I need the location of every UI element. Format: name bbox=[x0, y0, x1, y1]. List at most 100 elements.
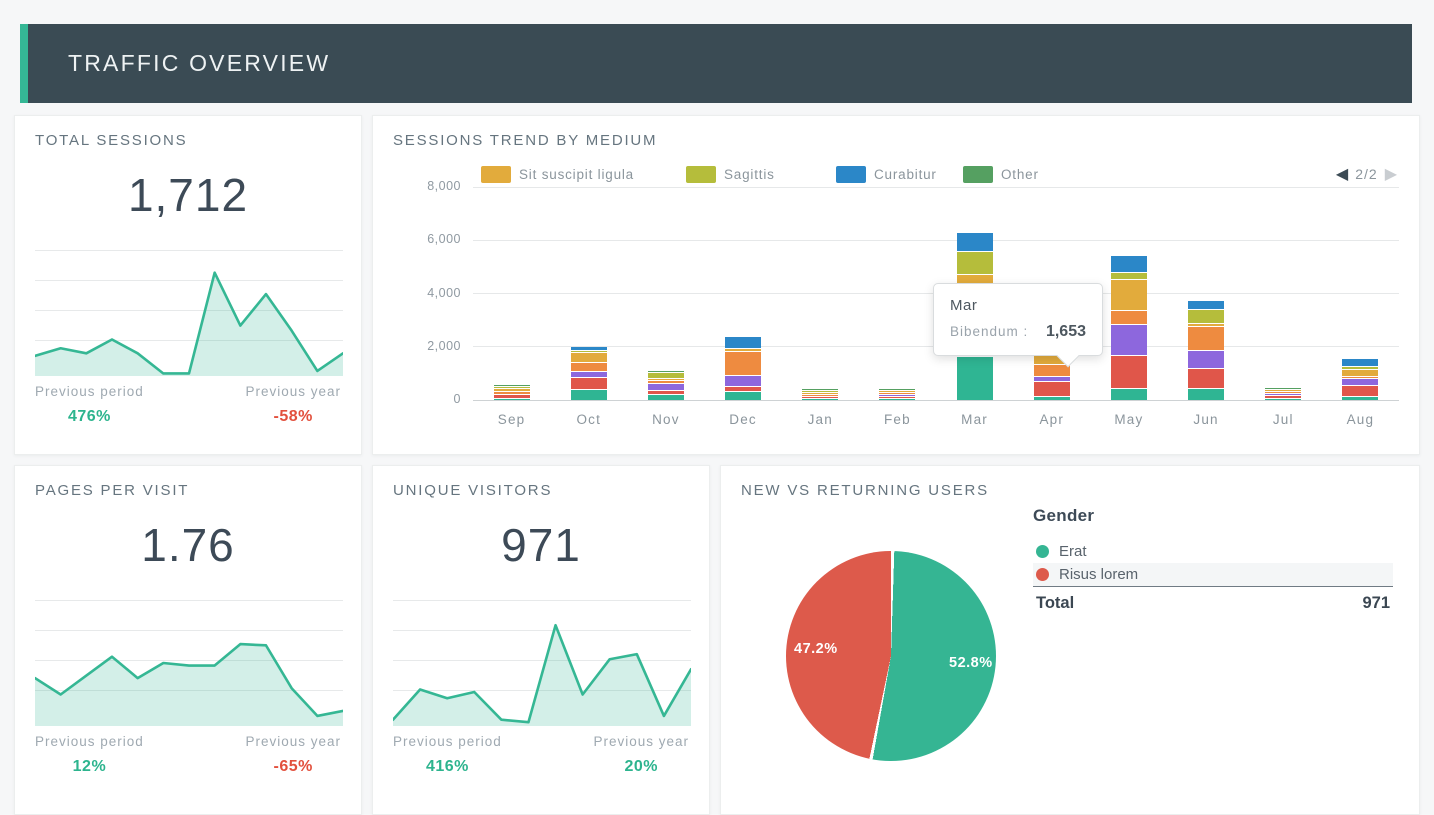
legend-label: Sagittis bbox=[724, 167, 775, 182]
widget-total-sessions: TOTAL SESSIONS 1,712 Previous period 476… bbox=[14, 115, 362, 455]
total-row: Total 971 bbox=[1033, 587, 1393, 613]
bar-segment bbox=[494, 389, 530, 391]
legend-swatch-icon bbox=[686, 166, 716, 183]
gender-pie-chart[interactable]: 52.8% 47.2% bbox=[786, 551, 996, 761]
bar-segment bbox=[494, 392, 530, 394]
previous-year-block: Previous year 20% bbox=[593, 734, 689, 776]
page-title: TRAFFIC OVERVIEW bbox=[68, 50, 330, 77]
bar-jun[interactable] bbox=[1188, 301, 1224, 400]
bar-segment bbox=[648, 391, 684, 394]
legend-item-curabitur[interactable]: Curabitur bbox=[836, 166, 937, 183]
x-axis-tick: Oct bbox=[576, 412, 601, 427]
bar-segment bbox=[1265, 390, 1301, 391]
bar-segment bbox=[1342, 367, 1378, 369]
bar-jan[interactable] bbox=[802, 389, 838, 400]
prev-page-icon[interactable]: ◀ bbox=[1336, 164, 1348, 184]
bar-may[interactable] bbox=[1111, 256, 1147, 400]
bar-segment bbox=[571, 351, 607, 352]
x-axis-tick: Jan bbox=[808, 412, 833, 427]
pages-per-visit-sparkline bbox=[35, 600, 343, 726]
bar-segment bbox=[571, 378, 607, 389]
bar-segment bbox=[725, 376, 761, 386]
legend-item-sit-suscipit-ligula[interactable]: Sit suscipit ligula bbox=[481, 166, 634, 183]
y-axis-tick: 8,000 bbox=[391, 179, 461, 193]
x-axis-tick: Aug bbox=[1347, 412, 1375, 427]
bar-segment bbox=[571, 347, 607, 350]
erat-dot-icon bbox=[1036, 545, 1049, 558]
bar-segment bbox=[1188, 369, 1224, 388]
x-axis-tick: May bbox=[1114, 412, 1143, 427]
bar-segment bbox=[802, 393, 838, 394]
stacked-bar-chart: Mar Bibendum : 1,653 02,0004,0006,0008,0… bbox=[473, 187, 1399, 400]
bar-segment bbox=[571, 363, 607, 371]
bar-segment bbox=[494, 385, 530, 386]
widget-title: NEW VS RETURNING USERS bbox=[741, 482, 989, 499]
bar-sep[interactable] bbox=[494, 385, 530, 400]
bar-nov[interactable] bbox=[648, 371, 684, 400]
bar-segment bbox=[879, 389, 915, 390]
bar-segment bbox=[725, 392, 761, 400]
bar-segment bbox=[957, 252, 993, 274]
widget-title: TOTAL SESSIONS bbox=[35, 132, 187, 149]
previous-year-label: Previous year bbox=[245, 734, 341, 749]
x-axis-tick: Mar bbox=[961, 412, 988, 427]
bar-aug[interactable] bbox=[1342, 359, 1378, 400]
legend-row-risus-lorem[interactable]: Risus lorem bbox=[1033, 563, 1393, 586]
bar-feb[interactable] bbox=[879, 389, 915, 400]
tooltip-value: 1,653 bbox=[1046, 323, 1086, 341]
bar-dec[interactable] bbox=[725, 337, 761, 400]
bar-segment bbox=[1265, 399, 1301, 400]
bar-segment bbox=[648, 371, 684, 372]
bar-segment bbox=[1342, 379, 1378, 385]
previous-period-label: Previous period bbox=[35, 734, 144, 749]
bar-jul[interactable] bbox=[1265, 388, 1301, 400]
page-indicator: 2/2 bbox=[1355, 166, 1377, 182]
x-axis-tick: Apr bbox=[1039, 412, 1064, 427]
bar-oct[interactable] bbox=[571, 347, 607, 400]
gender-legend-title: Gender bbox=[1033, 506, 1393, 526]
bar-segment bbox=[1034, 377, 1070, 381]
bar-segment bbox=[571, 390, 607, 400]
chart-gridline bbox=[473, 187, 1399, 188]
x-axis-tick: Dec bbox=[729, 412, 757, 427]
bar-segment bbox=[1188, 324, 1224, 326]
legend-row-label: Erat bbox=[1059, 543, 1087, 560]
legend-item-other[interactable]: Other bbox=[963, 166, 1039, 183]
x-axis-tick: Sep bbox=[498, 412, 526, 427]
previous-period-value: 476% bbox=[35, 408, 144, 426]
bar-segment bbox=[494, 395, 530, 398]
legend-pager: ◀ 2/2 ▶ bbox=[1336, 164, 1397, 184]
bar-segment bbox=[571, 353, 607, 362]
previous-period-value: 12% bbox=[35, 758, 144, 776]
bar-segment bbox=[648, 384, 684, 390]
bar-segment bbox=[648, 395, 684, 400]
bar-segment bbox=[1188, 310, 1224, 323]
gender-legend-table: Gender Erat Risus lorem Total 971 bbox=[1033, 506, 1393, 613]
legend-swatch-icon bbox=[836, 166, 866, 183]
legend-row-erat[interactable]: Erat bbox=[1033, 540, 1393, 563]
previous-year-block: Previous year -58% bbox=[245, 384, 341, 426]
bar-segment bbox=[725, 352, 761, 375]
widget-title: SESSIONS TREND BY MEDIUM bbox=[393, 132, 657, 149]
widget-sessions-trend: SESSIONS TREND BY MEDIUM Sit suscipit li… bbox=[372, 115, 1420, 455]
bar-segment bbox=[648, 379, 684, 380]
bar-segment bbox=[879, 393, 915, 394]
x-axis-tick: Nov bbox=[652, 412, 680, 427]
chart-gridline bbox=[473, 400, 1399, 401]
bar-segment bbox=[1111, 356, 1147, 388]
bar-segment bbox=[725, 349, 761, 351]
bar-segment bbox=[802, 389, 838, 390]
widget-title: PAGES PER VISIT bbox=[35, 482, 189, 499]
y-axis-tick: 6,000 bbox=[391, 232, 461, 246]
bar-segment bbox=[1265, 392, 1301, 393]
bar-segment bbox=[957, 233, 993, 251]
tooltip-title: Mar bbox=[950, 297, 1086, 314]
header-accent-bar bbox=[20, 24, 28, 103]
bar-segment bbox=[1034, 397, 1070, 400]
next-page-icon[interactable]: ▶ bbox=[1385, 164, 1397, 184]
kpi-value: 1.76 bbox=[15, 518, 361, 572]
bar-segment bbox=[1111, 389, 1147, 400]
legend-item-sagittis[interactable]: Sagittis bbox=[686, 166, 775, 183]
bar-segment bbox=[725, 337, 761, 348]
bar-segment bbox=[1265, 396, 1301, 398]
